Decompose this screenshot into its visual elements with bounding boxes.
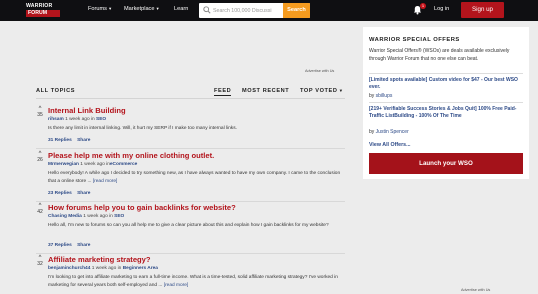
post-excerpt-text: Is there any limit in internal linking. … [48,126,237,131]
section-title: ALL TOPICS [36,88,76,94]
post-title[interactable]: Please help me with my online clothing o… [48,151,214,160]
share-link[interactable]: Share [77,243,90,248]
post-actions: 37 Replies Share [48,243,94,248]
search-box: Search [199,3,310,18]
tab-feed[interactable]: FEED [214,88,232,96]
offer-byline: by Justin Spencer [369,129,409,135]
special-offers-panel: WARRIOR SPECIAL OFFERS Warrior Special O… [363,27,529,179]
search-icon [203,6,211,14]
post-meta: rihsam 1 week ago in SEO [48,117,106,122]
post-title[interactable]: Affiliate marketing strategy? [48,255,151,264]
vote-widget: ^ 26 [36,151,44,163]
post-excerpt: Hello all, I'm new to forums so can you … [48,222,344,230]
tab-top-voted[interactable]: TOP VOTED ▾ [300,88,343,94]
signup-button[interactable]: Sign up [461,2,504,18]
nav-marketplace[interactable]: Marketplace ▾ [124,6,159,12]
replies-link[interactable]: 23 Replies [48,191,72,196]
logo-text-forum: FORUM [26,10,60,17]
post-category[interactable]: SEO [114,214,124,219]
vote-widget: ^ 35 [36,106,44,118]
nav-learn-label: Learn [174,6,189,12]
vote-count: 35 [37,112,43,118]
topic-post: ^ 35 Internal Link Building rihsam 1 wee… [36,106,345,146]
divider [36,201,345,202]
share-link[interactable]: Share [77,191,90,196]
replies-link[interactable]: 31 Replies [48,138,72,143]
chevron-down-icon: ▾ [339,88,343,93]
tab-top-voted-label: TOP VOTED [300,88,338,94]
divider [36,98,345,99]
divider [36,253,345,254]
offer-title[interactable]: [219+ Verifiable Success Stories & Jobs … [369,106,525,120]
read-more-link[interactable]: [read more] [93,179,118,184]
post-author[interactable]: Chasing Media [48,214,82,219]
post-meta: Mrmerwegian 1 week ago ineCommerce [48,162,137,167]
post-excerpt: I'm looking to get into affiliate market… [48,274,344,289]
topic-feed: ALL TOPICS FEED MOST RECENT TOP VOTED ▾ … [36,87,345,294]
vote-widget: ^ 42 [36,203,44,215]
post-meta: Chasing Media 1 week ago in SEO [48,214,124,219]
post-title[interactable]: How forums help you to gain backlinks fo… [48,203,236,212]
vote-count: 26 [37,157,43,163]
topic-post: ^ 26 Please help me with my online cloth… [36,151,345,199]
advertise-link[interactable]: Advertise with Us [461,288,490,292]
search-button[interactable]: Search [283,3,310,18]
post-excerpt-text: Hello everybody! A while ago I decided t… [48,171,341,184]
post-time: 1 week ago in [91,266,122,271]
post-category[interactable]: Beginners Area [123,266,158,271]
chevron-down-icon: ▾ [156,6,159,11]
post-actions: 23 Replies Share [48,191,94,196]
vote-widget: ^ 32 [36,255,44,267]
vote-count: 42 [37,209,43,215]
offer-title[interactable]: [Limited spots available] Custom video f… [369,77,525,91]
divider [369,102,523,103]
nav-forums-label: Forums [88,6,107,12]
divider [369,73,523,74]
tab-most-recent[interactable]: MOST RECENT [242,88,289,94]
post-meta: benjaminchurch44 1 week ago in Beginners… [48,266,158,271]
feed-header: ALL TOPICS FEED MOST RECENT TOP VOTED ▾ [36,87,345,97]
nav-marketplace-label: Marketplace [124,6,155,12]
topic-post: ^ 32 Affiliate marketing strategy? benja… [36,255,345,294]
panel-title: WARRIOR SPECIAL OFFERS [369,37,460,43]
post-author[interactable]: rihsam [48,117,64,122]
post-author[interactable]: benjaminchurch44 [48,266,90,271]
post-actions: 31 Replies Share [48,138,94,143]
nav-forums[interactable]: Forums ▾ [88,6,111,12]
offer-author[interactable]: Justin Spencer [376,129,409,135]
post-category[interactable]: SEO [96,117,106,122]
offer-byline: by sbillups [369,93,392,99]
post-time: 1 week ago in [83,214,113,219]
replies-link[interactable]: 37 Replies [48,243,72,248]
vote-count: 32 [37,261,43,267]
offer-by-label: by [369,129,375,135]
view-all-offers-link[interactable]: View All Offers... [369,142,411,148]
post-time: 1 week ago in [65,117,95,122]
post-excerpt-text: Hello all, I'm new to forums so can you … [48,223,329,228]
panel-description: Warrior Special Offers® (WSOs) are deals… [369,48,510,62]
post-title[interactable]: Internal Link Building [48,106,126,115]
logo-text-warrior: WARRIOR [26,3,53,9]
share-link[interactable]: Share [77,138,90,143]
login-link[interactable]: Log in [434,6,449,12]
offer-author[interactable]: sbillups [376,93,393,99]
offer-by-label: by [369,93,375,99]
warrior-forum-logo[interactable]: WARRIOR FORUM [26,3,60,18]
notification-count-badge: 1 [420,3,426,9]
topic-post: ^ 42 How forums help you to gain backlin… [36,203,345,251]
launch-wso-button[interactable]: Launch your WSO [369,153,523,174]
divider [36,148,345,149]
nav-learn[interactable]: Learn [174,6,188,12]
post-excerpt-text: I'm looking to get into affiliate market… [48,275,338,288]
read-more-link[interactable]: [read more] [164,283,189,288]
post-excerpt: Is there any limit in internal linking. … [48,125,344,133]
search-input[interactable] [213,5,281,16]
post-time: 1 week ago in [80,162,110,167]
post-category[interactable]: eCommerce [110,162,137,167]
post-excerpt: Hello everybody! A while ago I decided t… [48,170,344,185]
top-navigation-bar: WARRIOR FORUM Forums ▾ Marketplace ▾ Learn… [0,0,538,21]
advertise-link[interactable]: Advertise with Us [305,69,334,73]
post-author[interactable]: Mrmerwegian [48,162,79,167]
chevron-down-icon: ▾ [108,6,112,11]
